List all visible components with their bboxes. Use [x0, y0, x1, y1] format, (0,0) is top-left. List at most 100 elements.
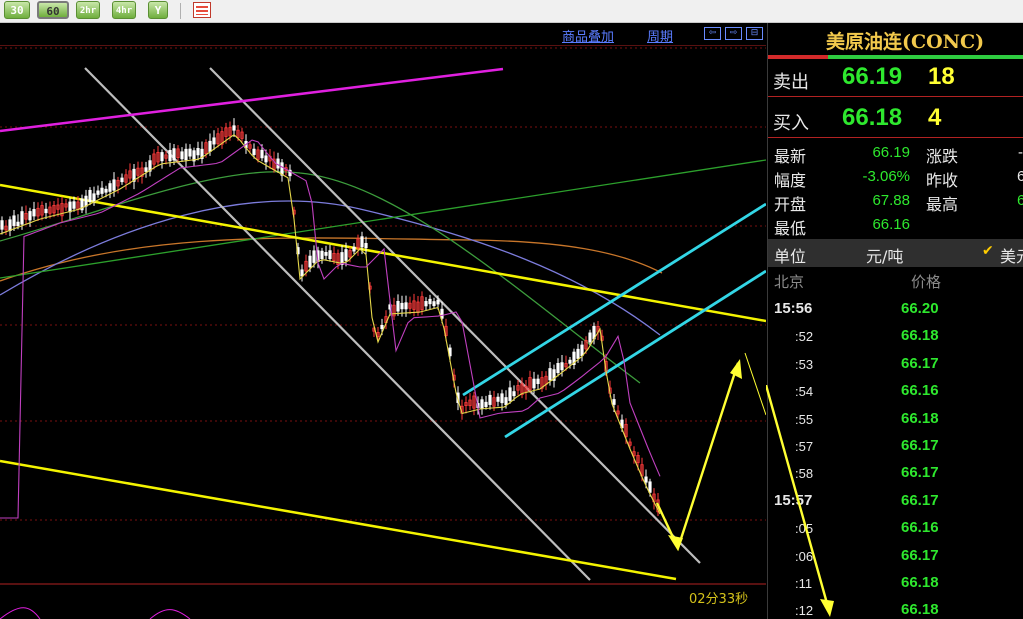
trend-line — [0, 159, 766, 279]
candle-body — [108, 183, 112, 192]
candle-body — [300, 269, 304, 277]
buy-price: 66.18 — [842, 104, 903, 131]
divider — [768, 137, 1023, 138]
unit-row: 单位 元/吨 ✔ 美元 — [768, 239, 1023, 267]
candlestick-chart[interactable]: 02分33秒 — [0, 23, 766, 619]
bar-countdown: 02分33秒 — [689, 592, 749, 607]
candle-body — [196, 148, 200, 156]
channel-line — [504, 269, 766, 439]
checkmark-icon[interactable]: ✔ — [982, 243, 994, 259]
low-label: 最低 — [774, 219, 807, 238]
candle-body — [480, 399, 484, 409]
candle-body — [16, 221, 20, 227]
candle-body — [548, 368, 552, 381]
period-link[interactable]: 周期 — [647, 26, 673, 45]
candle-body — [380, 325, 384, 330]
candle-body — [320, 250, 324, 260]
candle-body — [488, 394, 492, 405]
chart-nav-icons: ⇦ ⇨ ⊟ — [704, 27, 766, 41]
candle-body — [252, 148, 256, 155]
candle-body — [484, 401, 488, 407]
buy-label: 买入 — [773, 113, 809, 134]
candle-body — [188, 148, 192, 157]
candle-body — [360, 236, 364, 248]
prev-close-label: 昨收 — [926, 171, 959, 190]
candle-body — [352, 246, 356, 252]
change-value: - — [1018, 144, 1023, 161]
calendar-icon[interactable] — [193, 2, 211, 18]
range-value: -3.06% — [862, 168, 910, 185]
candle-body — [312, 250, 316, 263]
candle-body — [32, 209, 36, 217]
tick-price: 66.16 — [901, 382, 939, 400]
high-label: 最高 — [926, 195, 959, 214]
tick-time: 15:56 — [774, 300, 813, 317]
tick-price: 66.16 — [901, 519, 939, 537]
candle-body — [180, 151, 184, 160]
candle-body — [20, 211, 24, 225]
candle-body — [212, 137, 216, 145]
candle-body — [536, 378, 540, 385]
prev-close-value: 6 — [1017, 168, 1023, 185]
candle-body — [400, 302, 404, 310]
chart-header: 商品叠加 周期 ⇦ ⇨ ⊟ — [0, 23, 766, 45]
tick-price: 66.18 — [901, 574, 939, 591]
channel-line — [84, 67, 591, 581]
ticks-header-time: 北京 — [774, 273, 805, 291]
candle-body — [232, 125, 236, 131]
period-button-60[interactable]: 60 — [37, 1, 69, 19]
currency-option[interactable]: 美元 — [1000, 243, 1023, 267]
arrow-left-icon[interactable]: ⇦ — [704, 27, 721, 40]
period-button-year[interactable]: Y — [148, 1, 168, 19]
candle-body — [184, 148, 188, 161]
candle-body — [588, 332, 592, 343]
buy-strength-bar — [828, 55, 1023, 59]
tick-price: 66.20 — [901, 300, 939, 317]
forecast-arrow-overlay — [766, 385, 834, 617]
arrow-right-icon[interactable]: ⇨ — [725, 27, 742, 40]
tick-price: 66.17 — [901, 546, 939, 564]
tick-price: 66.18 — [901, 601, 939, 619]
candle-body — [112, 179, 116, 191]
tick-price: 66.17 — [901, 464, 939, 482]
candle-body — [68, 201, 72, 213]
candle-body — [580, 344, 584, 357]
unit-value: 元/吨 — [866, 247, 904, 266]
candle-body — [104, 188, 108, 193]
candle-body — [0, 220, 4, 230]
candle-body — [568, 359, 572, 364]
candle-body — [532, 378, 536, 389]
period-button-4hr[interactable]: 4hr — [112, 1, 136, 19]
candle-body — [508, 387, 512, 401]
latest-label: 最新 — [774, 147, 807, 166]
candle-body — [428, 298, 432, 305]
candle-body — [72, 201, 76, 209]
collapse-icon[interactable]: ⊟ — [746, 27, 763, 40]
candle-body — [432, 301, 436, 307]
candle-body — [644, 476, 648, 483]
tick-price: 66.17 — [901, 437, 939, 454]
range-label: 幅度 — [774, 171, 807, 190]
sell-price: 66.19 — [842, 63, 903, 90]
unit-label: 单位 — [774, 247, 807, 266]
divider — [768, 96, 1023, 97]
period-button-2hr[interactable]: 2hr — [76, 1, 100, 19]
candle-body — [92, 193, 96, 203]
tick-time: :53 — [795, 356, 814, 372]
period-button-30[interactable]: 30 — [4, 1, 30, 19]
candle-body — [276, 158, 280, 169]
open-label: 开盘 — [774, 195, 807, 214]
tick-price: 66.17 — [901, 491, 939, 509]
candle-body — [84, 195, 88, 207]
candle-body — [556, 363, 560, 374]
candle-body — [500, 393, 504, 404]
toolbar-divider — [180, 3, 181, 19]
arrow-head — [730, 359, 742, 379]
candle-body — [96, 190, 100, 195]
buy-volume: 4 — [928, 104, 942, 131]
candle-body — [560, 362, 564, 371]
ticks-header-price: 价格 — [911, 273, 942, 291]
candle-body — [396, 300, 400, 312]
overlay-commodity-link[interactable]: 商品叠加 — [562, 26, 614, 45]
change-label: 涨跌 — [926, 147, 959, 166]
